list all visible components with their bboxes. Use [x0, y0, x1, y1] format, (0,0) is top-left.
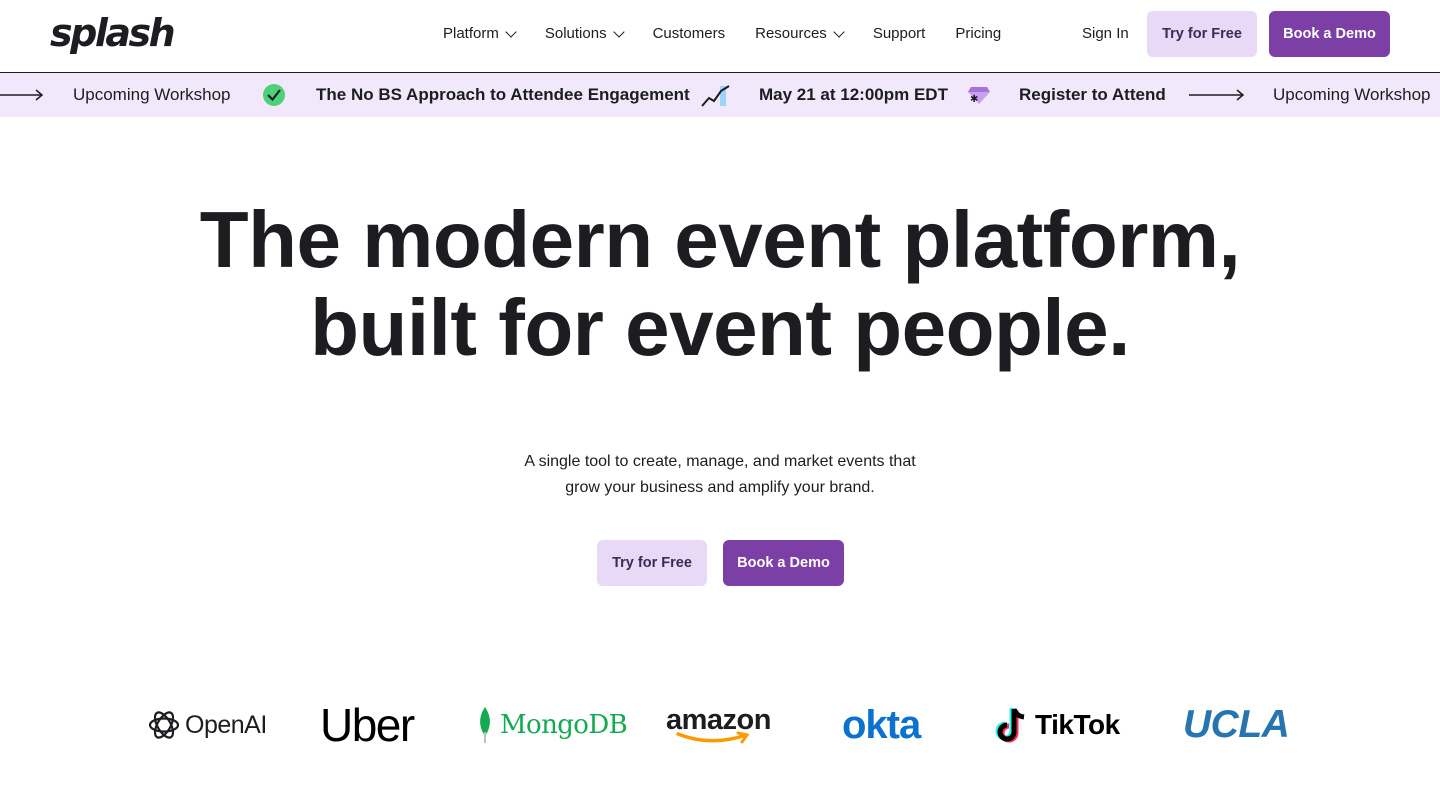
hero-title: The modern event platform, built for eve…: [0, 196, 1440, 372]
ucla-logo: UCLA: [1183, 700, 1290, 750]
arrow-right-icon: [0, 73, 44, 117]
nav-book-demo-button[interactable]: Book a Demo: [1269, 11, 1390, 57]
uber-logo: Uber: [320, 699, 415, 751]
nav-item-solutions[interactable]: Solutions: [544, 22, 625, 46]
logo-text: Uber: [320, 699, 415, 751]
nav-item-support[interactable]: Support: [873, 22, 926, 46]
hero-subtitle-line: A single tool to create, manage, and mar…: [524, 453, 916, 470]
chevron-down-icon: [833, 25, 845, 38]
splash-logo[interactable]: splash: [50, 11, 176, 55]
hero-subtitle: A single tool to create, manage, and mar…: [470, 449, 970, 501]
hero-book-demo-button[interactable]: Book a Demo: [723, 540, 844, 586]
nav-item-platform[interactable]: Platform: [443, 22, 517, 46]
hero-title-line: The modern event platform,: [199, 195, 1241, 284]
chart-line-icon: [701, 73, 731, 117]
nav-item-pricing[interactable]: Pricing: [955, 22, 1001, 46]
hero-try-free-button[interactable]: Try for Free: [597, 540, 707, 586]
svg-text:✱: ✱: [970, 94, 978, 105]
sign-in-link[interactable]: Sign In: [1082, 22, 1129, 46]
main-menu: Platform Solutions Customers Resources S…: [443, 22, 1001, 46]
ticker-text: May 21 at 12:00pm EDT: [759, 85, 948, 104]
logo-text: okta: [842, 702, 921, 747]
mongodb-leaf-icon: [480, 707, 490, 743]
nav-item-label: Support: [872, 25, 926, 42]
ticker-text: The No BS Approach to Attendee Engagemen…: [316, 85, 690, 104]
nav-item-resources[interactable]: Resources: [755, 22, 845, 46]
okta-logo: okta: [842, 700, 921, 750]
gem-icon: ✱: [967, 73, 991, 117]
logo-text: UCLA: [1183, 703, 1290, 746]
logo-text: MongoDB: [500, 710, 628, 740]
openai-logo: OpenAI: [147, 700, 267, 750]
openai-icon: [148, 711, 180, 739]
nav-item-label: Customers: [652, 25, 726, 42]
ticker-text: Upcoming Workshop: [1273, 85, 1431, 104]
hero-subtitle-line: grow your business and amplify your bran…: [565, 479, 875, 496]
tiktok-note-icon: [995, 708, 1025, 743]
ticker-text: Upcoming Workshop: [73, 85, 231, 104]
amazon-logo: amazon: [666, 700, 771, 750]
nav-item-label: Solutions: [544, 25, 607, 42]
top-nav: splash Platform Solutions Customers Reso…: [0, 0, 1440, 73]
workshop-ticker[interactable]: Upcoming Workshop The No BS Approach to …: [0, 73, 1440, 117]
nav-item-customers[interactable]: Customers: [653, 22, 726, 46]
mongodb-logo: MongoDB: [476, 700, 628, 750]
chevron-down-icon: [505, 25, 517, 38]
nav-try-free-button[interactable]: Try for Free: [1147, 11, 1257, 57]
check-circle-icon: [262, 73, 286, 117]
nav-item-label: Platform: [443, 25, 499, 42]
logo-text: TikTok: [1035, 709, 1120, 740]
tiktok-logo: TikTok: [995, 700, 1120, 750]
amazon-smile-icon: [676, 731, 750, 744]
nav-item-label: Pricing: [955, 25, 1002, 42]
logo-text: OpenAI: [185, 710, 267, 739]
nav-item-label: Resources: [755, 25, 827, 42]
ticker-text: Register to Attend: [1019, 85, 1166, 104]
arrow-right-icon: [1189, 73, 1245, 117]
hero-title-line: built for event people.: [310, 283, 1130, 372]
chevron-down-icon: [612, 25, 625, 38]
